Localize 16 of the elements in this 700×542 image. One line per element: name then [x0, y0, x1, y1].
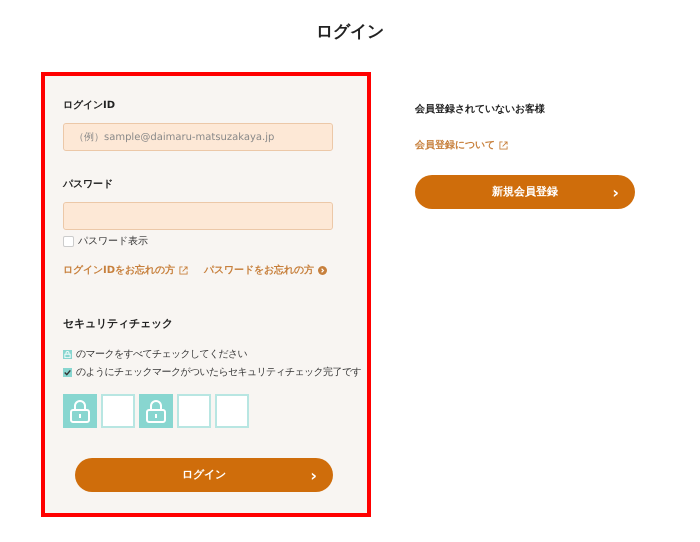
link[interactable]: 会員登録について [415, 138, 508, 154]
instruction-text: のマークをすべてチェックしてください [76, 348, 247, 362]
field-label: ログインID [63, 99, 116, 114]
input-field[interactable]: （例）sample@daimaru-matsuzakaya.jp [63, 123, 333, 152]
chevron-icon: › [310, 464, 317, 488]
instruction-text: のようにチェックマークがついたらセキュリティチェック完了です [76, 366, 361, 380]
link[interactable]: パスワードをお忘れの方 [204, 263, 328, 278]
section-heading: セキュリティチェック [63, 316, 174, 332]
chevron-icon: › [612, 181, 619, 206]
login-button[interactable]: ログイン › [75, 458, 333, 492]
page-title: ログイン [315, 21, 385, 42]
field-label: パスワード [63, 178, 114, 192]
checkbox-label: パスワード表示 [78, 234, 148, 250]
link[interactable]: ログインIDをお忘れの方 [63, 263, 188, 278]
section-heading: 会員登録されていないお客様 [415, 102, 546, 118]
register-button[interactable]: 新規会員登録 › [415, 175, 635, 210]
